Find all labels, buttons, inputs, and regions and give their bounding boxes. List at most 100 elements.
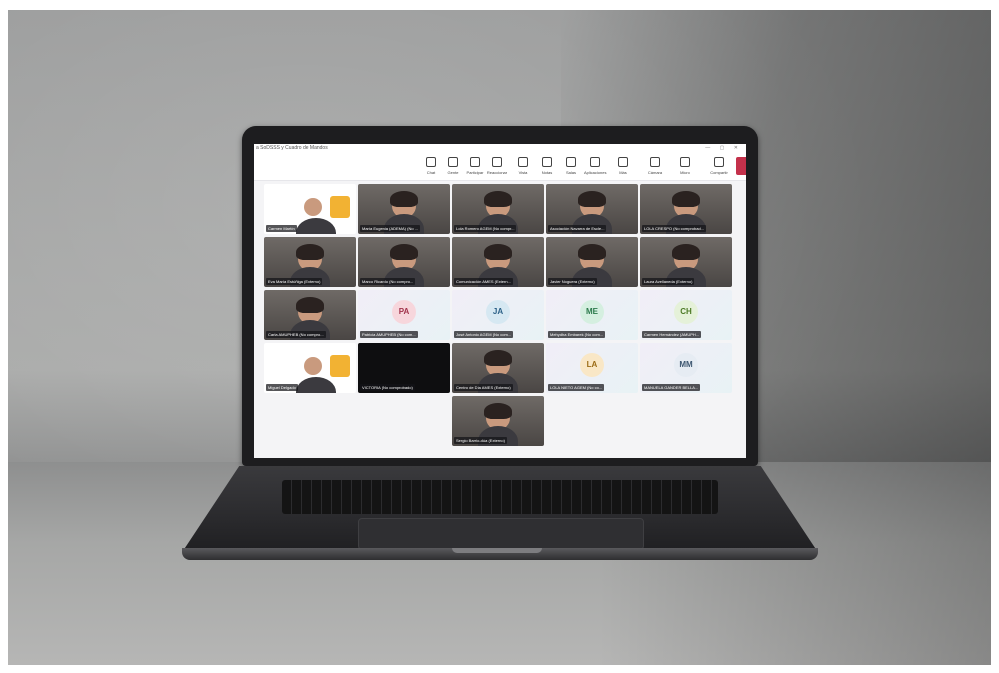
participant-name: MANUELA GANDER BELLA... [642, 384, 701, 391]
toolbar-label: Micro [680, 170, 690, 175]
participant-hair [578, 191, 606, 207]
participant-hair [578, 244, 606, 260]
participant-tile[interactable]: MM MANUELA GANDER BELLA... [640, 343, 732, 393]
toolbar-label: Cámara [647, 170, 663, 175]
participant-tile[interactable]: Marco Ricardo (No compro... [358, 237, 450, 287]
toolbar-label: Participar [466, 170, 484, 175]
share-icon [714, 157, 724, 167]
poster-logo [330, 196, 350, 218]
participant-name: VICTORIA (No comprobado) [360, 384, 415, 391]
participant-tile[interactable]: Sergio Barrio-dúa (Externo) [452, 396, 544, 446]
poster-logo [330, 355, 350, 377]
view-icon [518, 157, 528, 167]
participant-avatar: ME [580, 300, 604, 324]
toolbar-chat-button[interactable]: Chat [420, 157, 442, 175]
participant-avatar: MM [674, 353, 698, 377]
participant-name: Centro de Día AMES (Externo) [454, 384, 513, 391]
toolbar-more-button[interactable]: Más [612, 157, 634, 175]
toolbar-hand-button[interactable]: Participar [464, 157, 486, 175]
toolbar-notes-button[interactable]: Notas [536, 157, 558, 175]
toolbar-label: Aplicaciones [584, 170, 607, 175]
toolbar-label: Salas [565, 170, 576, 175]
laptop-notch [452, 548, 542, 553]
toolbar-label: Notas [541, 170, 553, 175]
participant-name: Carmen Martín [266, 225, 297, 232]
participant-name: Asociación Navarra de Escle... [548, 225, 607, 232]
participant-tile[interactable]: LA LOLA NIETO AGEM (No co... [546, 343, 638, 393]
participant-tile[interactable]: María Eugenia (ADEMA) (No ... [358, 184, 450, 234]
leave-button[interactable] [736, 157, 746, 175]
participant-hair [672, 244, 700, 260]
more-icon [618, 157, 628, 167]
toolbar-label: Vista [518, 170, 528, 175]
participant-name: Laura Avellaneda (Externo) [642, 278, 695, 285]
meeting-toolbar: Chat Gente Participar Reaccionar Vista Notas S… [254, 154, 746, 181]
toolbar-emoji-button[interactable]: Reaccionar [486, 157, 508, 175]
toolbar-people-button[interactable]: Gente [442, 157, 464, 175]
toolbar-label: Reaccionar [486, 170, 508, 175]
participant-tile[interactable]: CH Carmen Hernández (AMUPH... [640, 290, 732, 340]
participant-hair [390, 244, 418, 260]
laptop-keyboard [282, 480, 718, 514]
participant-hair [484, 350, 512, 366]
participant-tile[interactable]: Carla AMUPHEB (No compro... [264, 290, 356, 340]
participant-name: María Eugenia (ADEMA) (No ... [360, 225, 421, 232]
participant-tile[interactable]: Carmen Martín [264, 184, 356, 234]
participant-tile[interactable]: Javier Noguera (Externo) [546, 237, 638, 287]
participant-hair [296, 244, 324, 260]
laptop-trackpad [358, 518, 644, 550]
toolbar-label: Gente [447, 170, 459, 175]
participant-name: Patricia AMUPHEB (No com... [360, 331, 418, 338]
rooms-icon [566, 157, 576, 167]
participant-tile[interactable]: Asociación Navarra de Escle... [546, 184, 638, 234]
participant-tile[interactable]: PA Patricia AMUPHEB (No com... [358, 290, 450, 340]
toolbar-share-button[interactable]: Compartir [708, 157, 730, 175]
participant-name: Javier Noguera (Externo) [548, 278, 597, 285]
chat-icon [426, 157, 436, 167]
participant-hair [672, 191, 700, 207]
participant-avatar: LA [580, 353, 604, 377]
participant-grid: Carmen Martín María Eugenia (ADEMA) (No .… [264, 184, 738, 454]
window-title: a SoDSSS y Cuadro de Mandos [256, 145, 328, 151]
participant-tile[interactable]: LOLA CRESPO (No comprobad... [640, 184, 732, 234]
participant-name: Lola Romero AGEM (No compr... [454, 225, 517, 232]
toolbar-camera-button[interactable]: Cámara [644, 157, 666, 175]
participant-hair [390, 191, 418, 207]
participant-tile[interactable]: Centro de Día AMES (Externo) [452, 343, 544, 393]
toolbar-mic-button[interactable]: Micro [674, 157, 696, 175]
participant-avatar: PA [392, 300, 416, 324]
participant-hair [296, 297, 324, 313]
participant-tile[interactable]: Miguel Delgado [264, 343, 356, 393]
participant-avatar: CH [674, 300, 698, 324]
participant-hair [484, 191, 512, 207]
toolbar-rooms-button[interactable]: Salas [560, 157, 582, 175]
participant-tile[interactable]: JA José Antonio AGEM (No com... [452, 290, 544, 340]
participant-name: Comunicación AMES (Extern... [454, 278, 513, 285]
participant-tile[interactable]: ME Mehydha Embarek (No com... [546, 290, 638, 340]
participant-tile[interactable]: Eva María Estúñiga (Externo) [264, 237, 356, 287]
participant-hair [484, 403, 512, 419]
hand-icon [470, 157, 480, 167]
toolbar-label: Chat [426, 170, 436, 175]
participant-tile[interactable]: VICTORIA (No comprobado) [358, 343, 450, 393]
participant-name: Carla AMUPHEB (No compro... [266, 331, 326, 338]
toolbar-label: Compartir [710, 170, 728, 175]
participant-video [296, 357, 336, 393]
apps-icon [590, 157, 600, 167]
notes-icon [542, 157, 552, 167]
participant-tile[interactable]: Laura Avellaneda (Externo) [640, 237, 732, 287]
toolbar-label: Más [619, 170, 627, 175]
participant-hair [484, 244, 512, 260]
participant-tile[interactable]: Lola Romero AGEM (No compr... [452, 184, 544, 234]
window-controls[interactable]: — ▢ ✕ [705, 145, 742, 151]
camera-icon [650, 157, 660, 167]
participant-video [296, 198, 336, 234]
participant-tile[interactable]: Comunicación AMES (Extern... [452, 237, 544, 287]
mic-icon [680, 157, 690, 167]
participant-name: Marco Ricardo (No compro... [360, 278, 416, 285]
toolbar-apps-button[interactable]: Aplicaciones [584, 157, 606, 175]
people-icon [448, 157, 458, 167]
laptop-screen: a SoDSSS y Cuadro de Mandos — ▢ ✕ Chat Ge… [254, 144, 746, 458]
laptop-lid: a SoDSSS y Cuadro de Mandos — ▢ ✕ Chat Ge… [242, 126, 758, 466]
toolbar-view-button[interactable]: Vista [512, 157, 534, 175]
